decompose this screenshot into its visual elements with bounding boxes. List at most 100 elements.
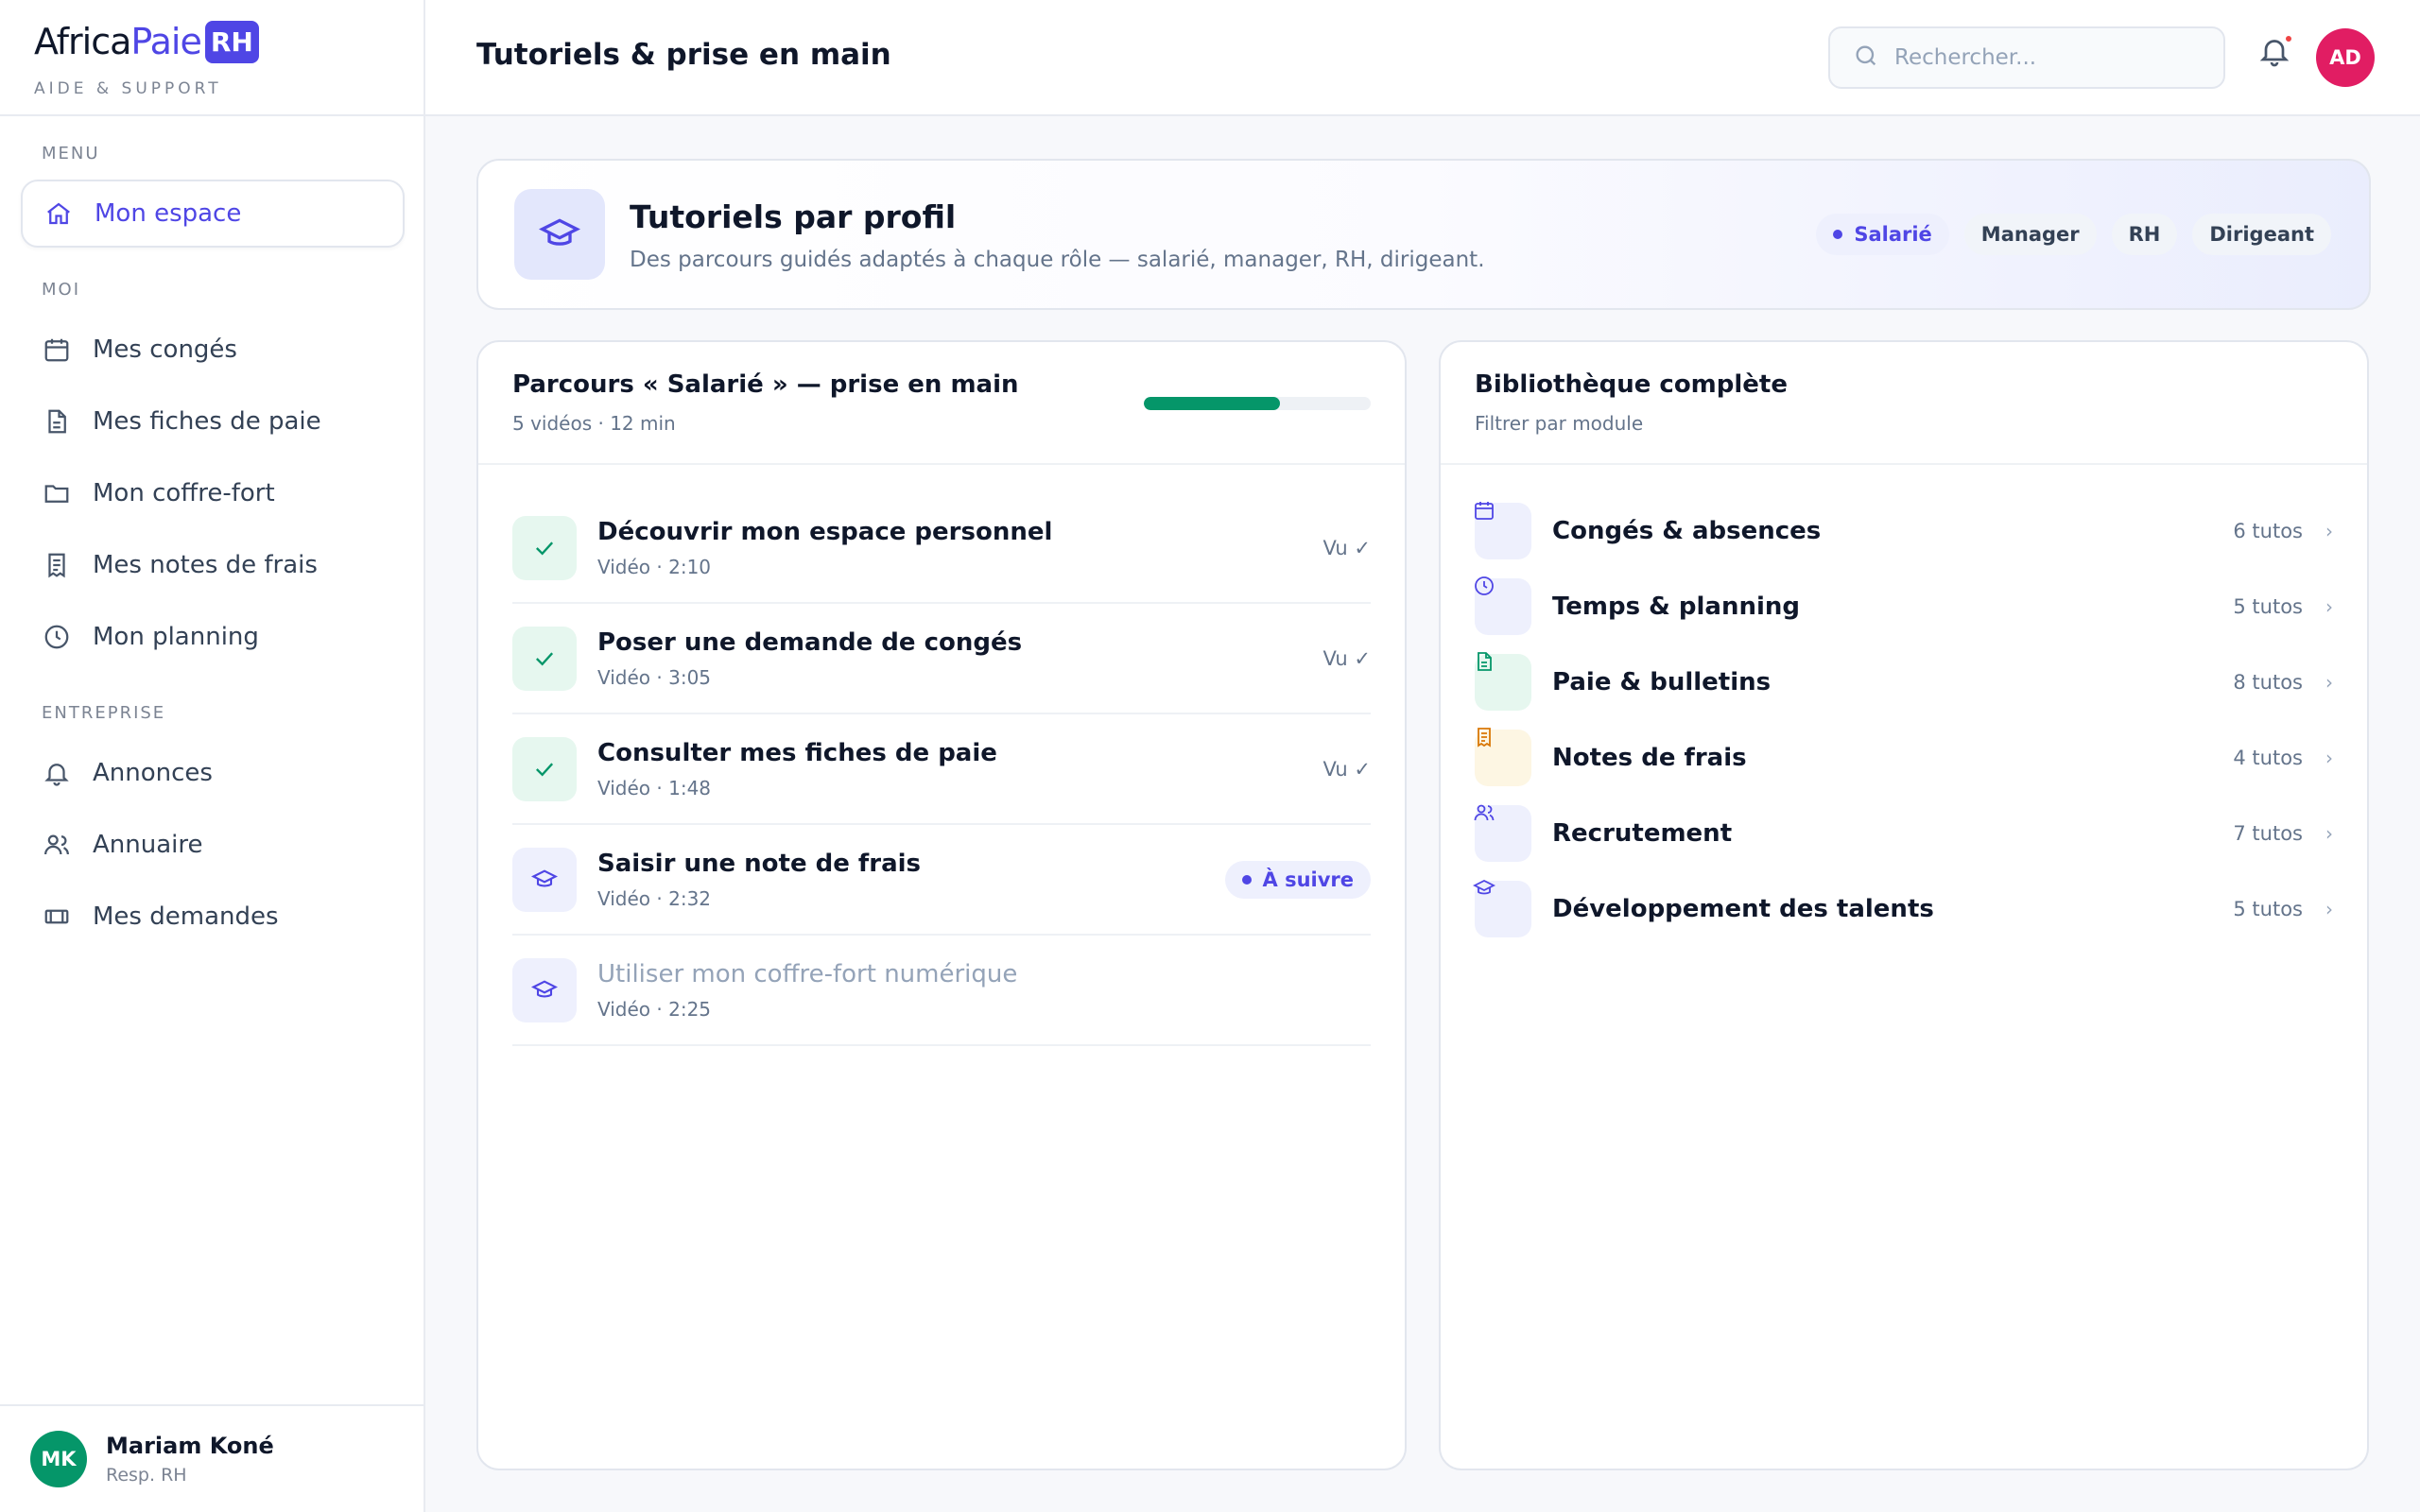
video-meta: Vidéo · 1:48: [597, 776, 712, 799]
graduation-cap-icon: [512, 847, 577, 912]
sidebar-item-annonces[interactable]: Annonces: [21, 739, 405, 807]
profile-filter: Salarié Manager RH Dirigeant: [1816, 214, 2331, 255]
sidebar-item-mes-fiches-de-paie[interactable]: Mes fiches de paie: [21, 387, 405, 455]
user-profile[interactable]: MK Mariam Koné Resp. RH: [0, 1404, 424, 1512]
video-item[interactable]: Poser une demande de congés Vidéo · 3:05…: [512, 604, 1371, 714]
video-title: Saisir une note de frais: [597, 849, 921, 878]
sidebar-item-annuaire[interactable]: Annuaire: [21, 811, 405, 879]
module-item[interactable]: Recrutement 7 tutos ›: [1474, 796, 2333, 871]
video-title: Découvrir mon espace personnel: [597, 517, 1053, 546]
module-count: 4 tutos: [2233, 747, 2303, 769]
graduation-cap-icon: [514, 189, 605, 280]
module-count: 7 tutos: [2233, 822, 2303, 845]
module-count: 6 tutos: [2233, 520, 2303, 542]
sidebar-item-mes-notes-de-frais[interactable]: Mes notes de frais: [21, 531, 405, 599]
graduation-cap-icon: [512, 957, 577, 1022]
graduation-cap-icon: [1473, 879, 1531, 937]
sidebar-item-mon-planning[interactable]: Mon planning: [21, 603, 405, 671]
card-header: Bibliothèque complète Filtrer par module: [1441, 342, 2367, 465]
video-item[interactable]: Découvrir mon espace personnel Vidéo · 2…: [512, 493, 1371, 604]
sidebar-item-label: Annuaire: [93, 831, 203, 859]
video-item[interactable]: Saisir une note de frais Vidéo · 2:32 À …: [512, 825, 1371, 936]
learning-path-card: Parcours « Salarié » — prise en main 5 v…: [476, 340, 1407, 1470]
avatar: MK: [30, 1431, 87, 1487]
video-title: Utiliser mon coffre-fort numérique: [597, 959, 1018, 988]
video-item[interactable]: Utiliser mon coffre-fort numérique Vidéo…: [512, 936, 1371, 1046]
sidebar-item-label: Mes fiches de paie: [93, 407, 321, 436]
search-input[interactable]: [1894, 45, 2216, 70]
module-item[interactable]: Congés & absences 6 tutos ›: [1475, 493, 2333, 569]
user-avatar-button[interactable]: AD: [2316, 28, 2375, 87]
brand-subtitle: AIDE & SUPPORT: [34, 79, 222, 98]
video-status: Vu ✓: [1322, 757, 1371, 781]
receipt-icon: [1475, 728, 1531, 786]
profile-chip-dirigeant[interactable]: Dirigeant: [2192, 214, 2331, 255]
card-header: Parcours « Salarié » — prise en main 5 v…: [478, 342, 1405, 465]
chevron-right-icon: ›: [2325, 671, 2333, 694]
video-meta: Vidéo · 2:10: [597, 555, 712, 578]
chevron-right-icon: ›: [2325, 520, 2333, 542]
users-icon: [42, 830, 72, 860]
logo[interactable]: Africa Paie RH: [34, 17, 424, 66]
brand: Africa Paie RH AIDE & SUPPORT: [0, 0, 424, 116]
chevron-right-icon: ›: [2325, 898, 2333, 920]
profile-chip-manager[interactable]: Manager: [1963, 214, 2097, 255]
user-info: Mariam Koné Resp. RH: [106, 1433, 274, 1486]
clock-icon: [42, 622, 72, 652]
sidebar-item-mes-conges[interactable]: Mes congés: [21, 316, 405, 384]
sidebar-item-mon-espace[interactable]: Mon espace: [21, 180, 405, 248]
notifications-button[interactable]: [2257, 34, 2299, 76]
module-title: Paie & bulletins: [1552, 668, 1772, 696]
module-count: 5 tutos: [2233, 595, 2303, 618]
module-list: Congés & absences 6 tutos › Temps & plan…: [1441, 493, 2367, 947]
search-icon: [1853, 43, 1879, 73]
module-title: Recrutement: [1552, 819, 1733, 848]
video-meta: Vidéo · 2:32: [597, 886, 712, 910]
library-title: Bibliothèque complète: [1475, 370, 1788, 399]
folder-icon: [42, 478, 72, 508]
search-box[interactable]: [1828, 26, 2225, 89]
notification-dot: [2284, 34, 2293, 43]
profile-chip-rh[interactable]: RH: [2111, 214, 2178, 255]
sidebar-item-label: Annonces: [93, 759, 213, 787]
logo-text-paie: Paie: [130, 21, 201, 62]
video-meta: Vidéo · 2:25: [597, 997, 712, 1021]
video-item[interactable]: Consulter mes fiches de paie Vidéo · 1:4…: [512, 714, 1371, 825]
top-header: Tutoriels & prise en main AD: [425, 0, 2420, 116]
chevron-right-icon: ›: [2325, 595, 2333, 618]
path-progress-bar: [1144, 397, 1371, 410]
library-card: Bibliothèque complète Filtrer par module…: [1439, 340, 2369, 1470]
user-name: Mariam Koné: [106, 1433, 274, 1459]
sidebar-item-mon-coffre-fort[interactable]: Mon coffre-fort: [21, 459, 405, 527]
sidebar-item-mes-demandes[interactable]: Mes demandes: [21, 883, 405, 951]
home-icon: [43, 198, 74, 229]
profile-chip-salarie[interactable]: Salarié: [1816, 214, 1949, 255]
path-progress-fill: [1144, 397, 1280, 410]
module-title: Congés & absences: [1552, 517, 1822, 545]
path-meta: 5 vidéos · 12 min: [512, 412, 676, 435]
video-status: Vu ✓: [1322, 536, 1371, 559]
module-count: 8 tutos: [2233, 671, 2303, 694]
sidebar-item-label: Mes notes de frais: [93, 551, 318, 579]
sidebar-item-label: Mes demandes: [93, 902, 279, 931]
module-item[interactable]: Développement des talents 5 tutos ›: [1473, 871, 2333, 947]
document-icon: [1475, 652, 1531, 711]
hero-subtitle: Des parcours guidés adaptés à chaque rôl…: [630, 248, 1485, 272]
module-item[interactable]: Notes de frais 4 tutos ›: [1475, 720, 2333, 796]
video-meta: Vidéo · 3:05: [597, 665, 712, 689]
calendar-icon: [1475, 502, 1531, 559]
logo-text-africa: Africa: [34, 21, 131, 62]
video-status: Vu ✓: [1322, 646, 1371, 670]
sidebar-item-label: Mes congés: [93, 335, 237, 364]
section-title-entreprise: ENTREPRISE: [42, 703, 166, 723]
module-item[interactable]: Temps & planning 5 tutos ›: [1475, 569, 2333, 644]
sidebar-item-label: Mon coffre-fort: [93, 479, 275, 507]
clock-icon: [1475, 576, 1531, 635]
sidebar-item-label: Mon espace: [95, 199, 242, 228]
module-item[interactable]: Paie & bulletins 8 tutos ›: [1475, 644, 2333, 720]
library-subtitle: Filtrer par module: [1475, 412, 1644, 435]
path-title: Parcours « Salarié » — prise en main: [512, 370, 1019, 399]
module-count: 5 tutos: [2233, 898, 2303, 920]
bell-icon: [42, 758, 72, 788]
ticket-icon: [42, 902, 72, 932]
